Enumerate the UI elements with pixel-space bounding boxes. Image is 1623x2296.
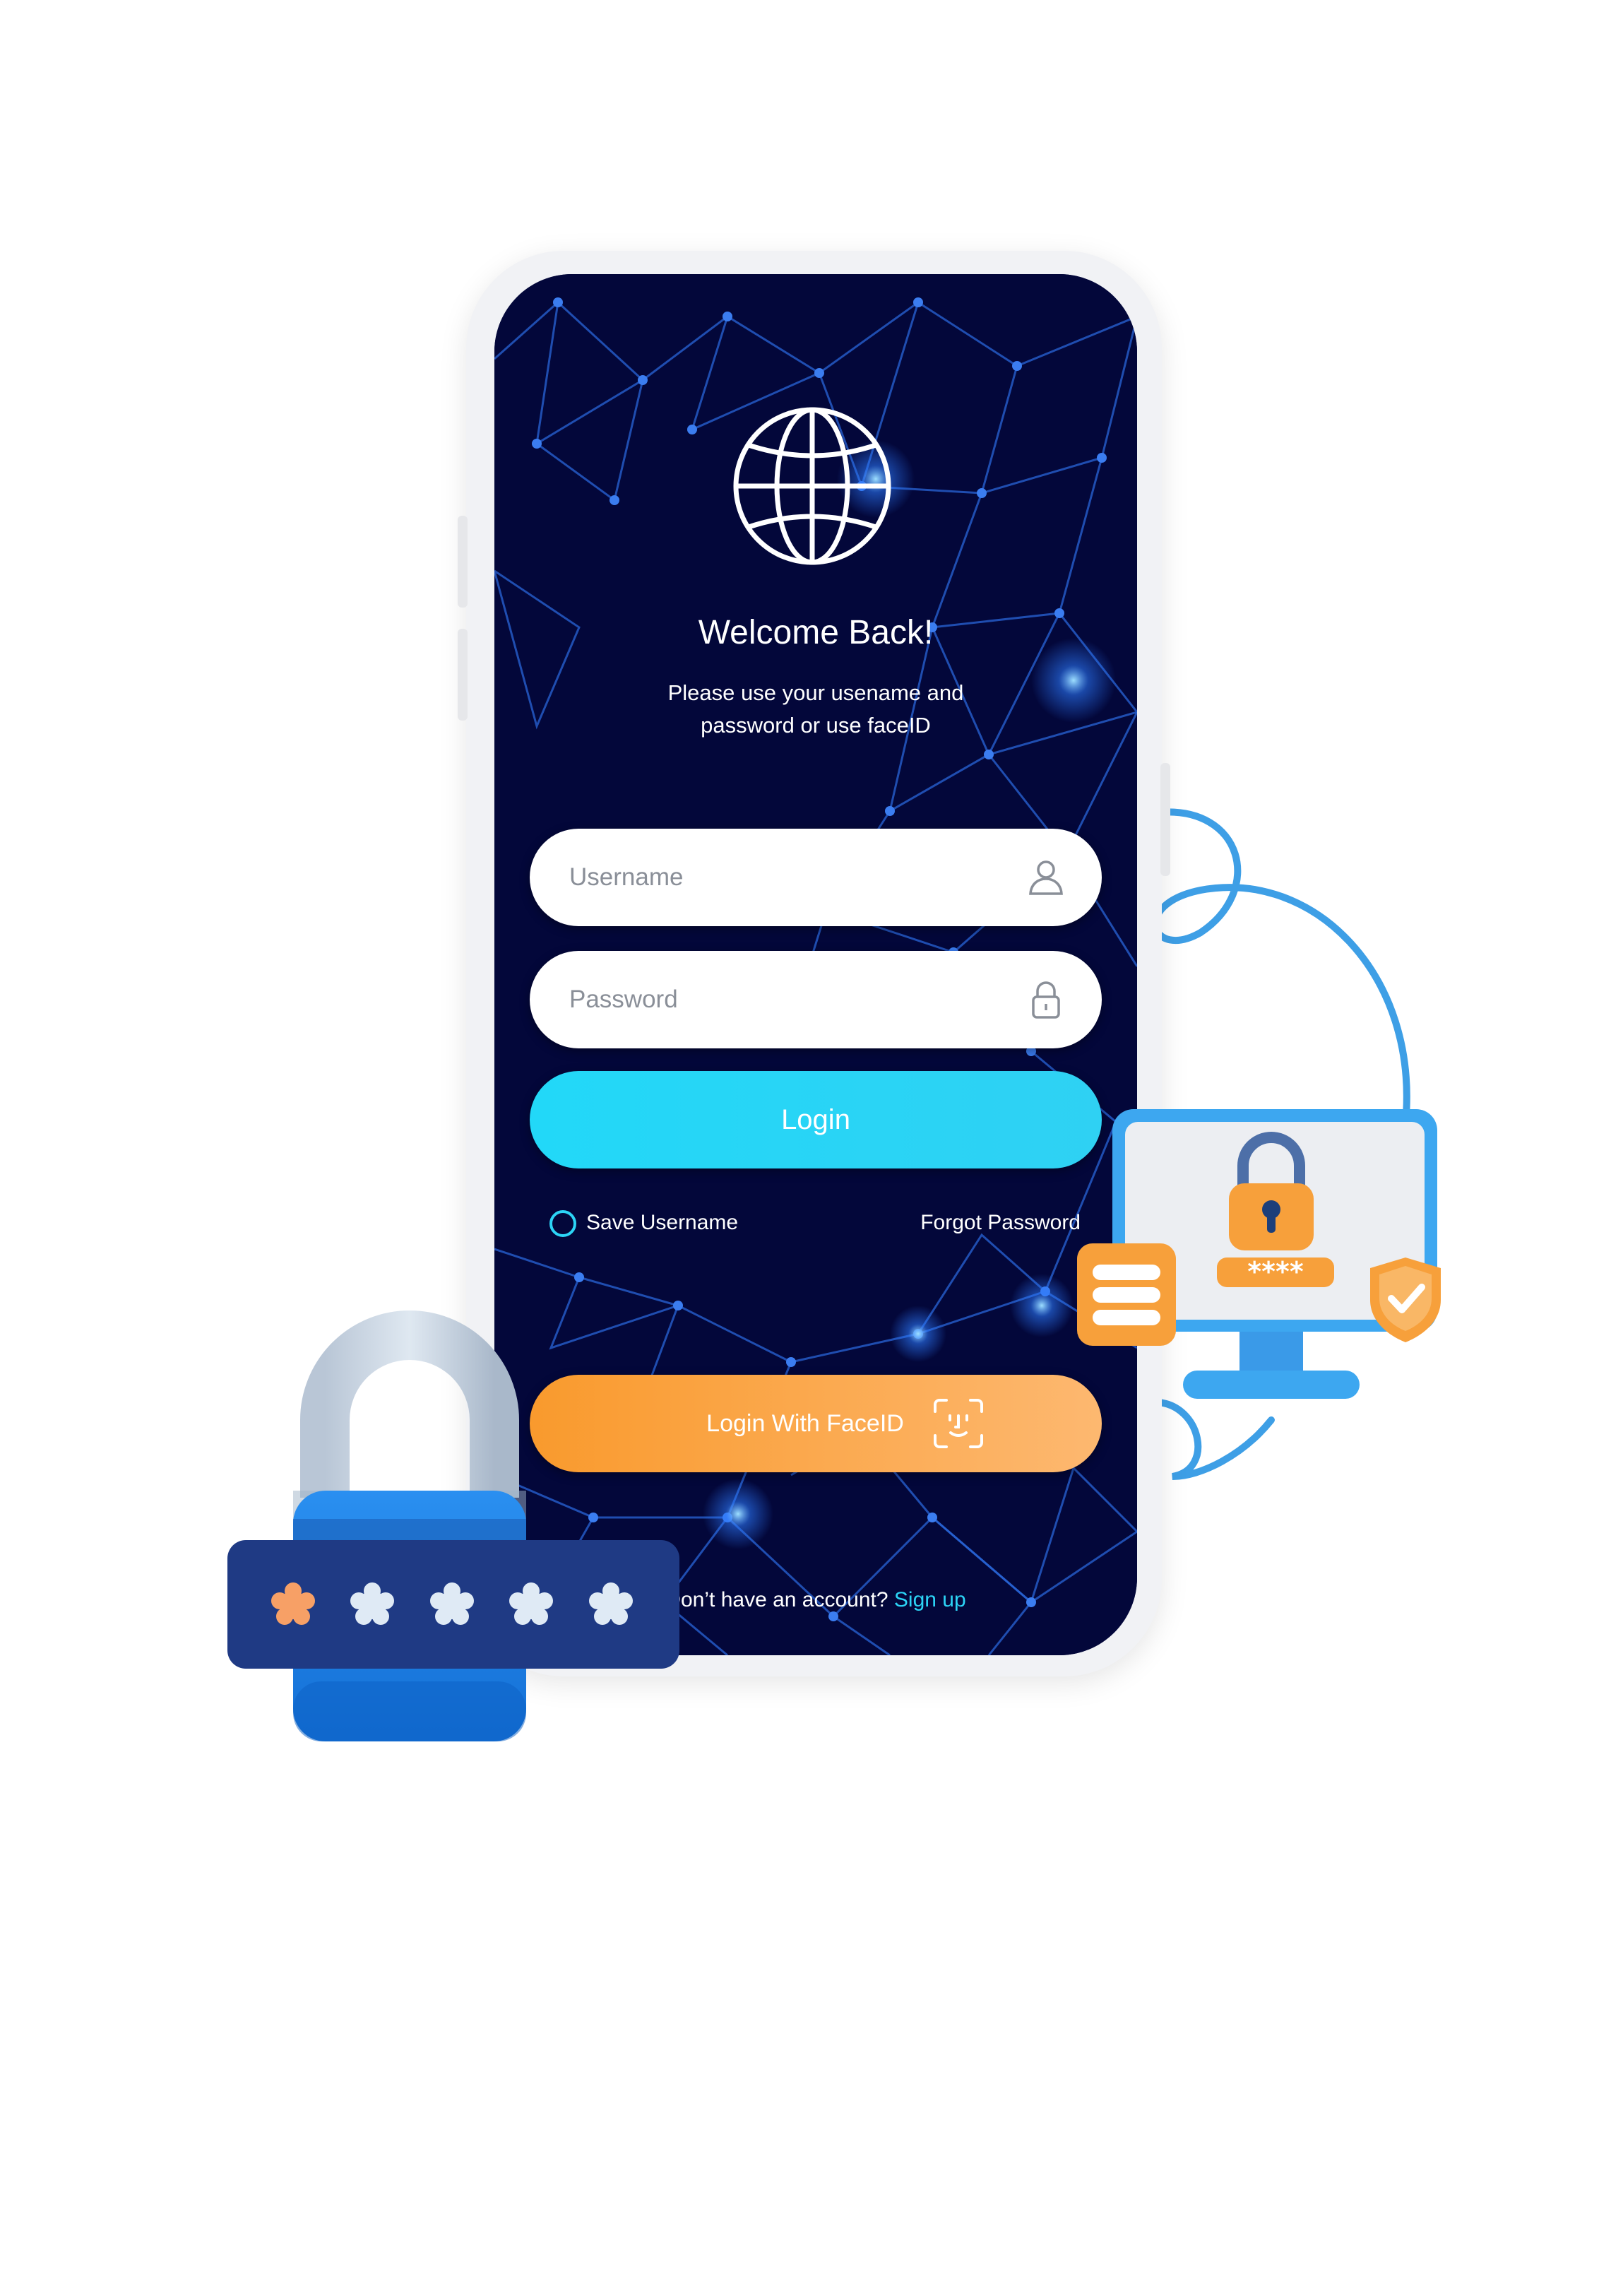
password-field[interactable]: Password	[530, 951, 1102, 1048]
welcome-title: Welcome Back!	[698, 614, 934, 651]
save-username-label: Save Username	[586, 1211, 739, 1234]
signup-link[interactable]: Sign up	[894, 1588, 966, 1611]
username-field[interactable]: Username	[530, 829, 1102, 926]
face-id-icon	[934, 1399, 983, 1448]
welcome-subtitle: Please use your usename and password or …	[667, 680, 964, 738]
phone-side-button	[458, 516, 468, 608]
phone-side-button	[458, 629, 468, 721]
secure-monitor-illustration: ****	[1077, 1109, 1441, 1399]
save-username-radio[interactable]	[549, 1210, 576, 1238]
phone-side-button	[1160, 763, 1170, 876]
password-placeholder: Password	[569, 986, 678, 1013]
save-username-option[interactable]: Save Username	[549, 1205, 738, 1241]
signup-prompt-text: Don’t have an account?	[665, 1588, 888, 1611]
globe-icon	[733, 407, 891, 565]
login-button[interactable]: Login	[530, 1071, 1102, 1168]
user-icon	[1029, 860, 1063, 895]
padlock-illustration	[227, 1310, 679, 1741]
svg-text:****: ****	[1247, 1256, 1304, 1287]
forgot-password-link[interactable]: Forgot Password	[920, 1205, 1081, 1241]
username-placeholder: Username	[569, 863, 684, 891]
lock-icon	[1032, 981, 1060, 1019]
